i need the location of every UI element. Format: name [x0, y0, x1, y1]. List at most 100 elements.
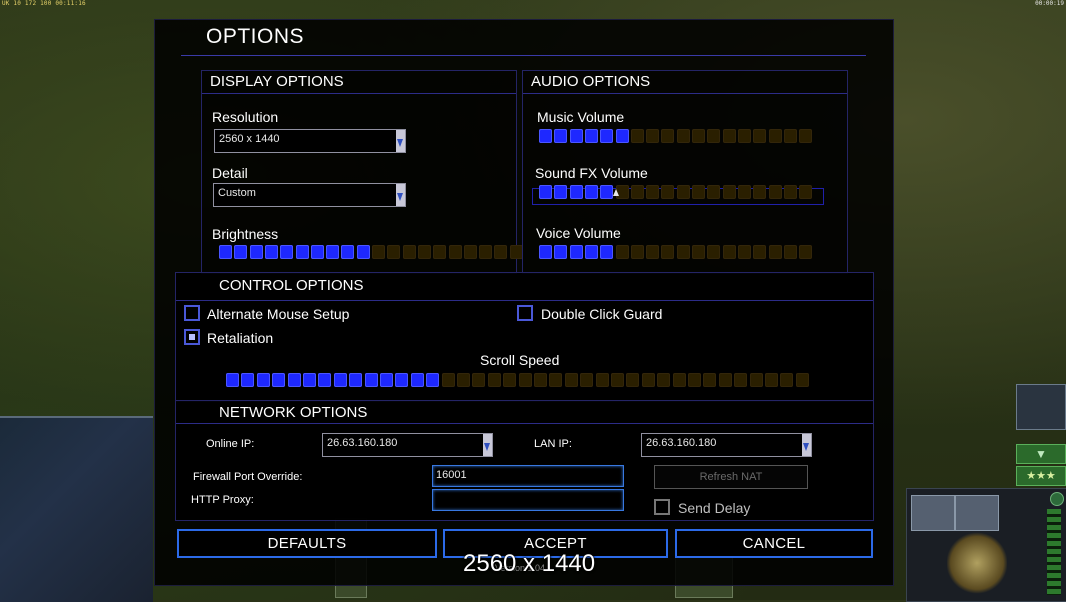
slider-segment — [641, 373, 655, 387]
chevron-down-icon[interactable] — [483, 434, 492, 456]
slider-segment — [234, 245, 248, 259]
slider-segment — [426, 373, 440, 387]
general-star-icon[interactable] — [1050, 492, 1064, 506]
chevron-down-icon[interactable] — [396, 130, 405, 152]
minimap[interactable] — [0, 416, 153, 602]
slider-segment — [753, 185, 767, 199]
audio-options-panel: AUDIO OPTIONS Music Volume Sound FX Volu… — [522, 70, 848, 274]
options-dialog: OPTIONS DISPLAY OPTIONS Resolution 2560 … — [154, 19, 894, 586]
slider-segment — [539, 245, 552, 259]
slider-segment — [676, 245, 690, 259]
sfx-volume-label: Sound FX Volume — [535, 165, 648, 181]
slider-segment — [737, 129, 751, 143]
slider-segment — [799, 245, 813, 259]
slider-segment — [448, 245, 462, 259]
retaliation-checkbox[interactable] — [184, 329, 200, 345]
slider-segment — [584, 245, 598, 259]
lan-ip-value: 26.63.160.180 — [646, 437, 717, 449]
control-options-panel: CONTROL OPTIONS Alternate Mouse Setup Do… — [175, 272, 874, 402]
panel-header: AUDIO OPTIONS — [523, 71, 847, 94]
slider-segment — [657, 373, 671, 387]
slider-segment — [534, 373, 547, 387]
slider-segment — [441, 373, 455, 387]
alt-mouse-label: Alternate Mouse Setup — [207, 306, 350, 322]
chevron-down-icon[interactable] — [802, 434, 811, 456]
refresh-nat-button[interactable]: Refresh NAT — [654, 465, 808, 489]
alt-mouse-checkbox[interactable] — [184, 305, 200, 321]
slider-segment — [487, 373, 501, 387]
slider-segment — [318, 373, 332, 387]
chevron-down-icon[interactable]: ▼ — [1016, 444, 1066, 464]
slider-segment — [722, 245, 736, 259]
network-options-panel: NETWORK OPTIONS Online IP: 26.63.160.180… — [175, 400, 874, 521]
send-delay-label: Send Delay — [678, 500, 751, 516]
slider-segment — [356, 245, 370, 259]
slider-segment — [554, 245, 568, 259]
online-ip-dropdown[interactable]: 26.63.160.180 — [322, 433, 493, 457]
slider-segment — [722, 185, 736, 199]
scroll-speed-slider[interactable] — [226, 373, 811, 387]
slider-segment — [661, 185, 675, 199]
general-emblem-icon — [947, 531, 1007, 595]
slider-segment — [364, 373, 378, 387]
panel-title: NETWORK OPTIONS — [219, 404, 368, 421]
slider-segment — [241, 373, 255, 387]
slider-segment — [264, 245, 278, 259]
http-proxy-input[interactable] — [432, 489, 624, 511]
cancel-button[interactable]: CANCEL — [675, 529, 873, 558]
sfx-volume-slider[interactable] — [539, 185, 814, 199]
double-click-guard-checkbox[interactable] — [517, 305, 533, 321]
hud-clock: 00:00:19 — [1035, 0, 1064, 7]
slider-segment — [615, 245, 629, 259]
slider-segment — [661, 245, 675, 259]
satellite-icon[interactable] — [1016, 384, 1066, 430]
slider-segment — [249, 245, 263, 259]
lan-ip-dropdown[interactable]: 26.63.160.180 — [641, 433, 812, 457]
slider-segment — [737, 245, 751, 259]
chevron-down-icon[interactable] — [396, 184, 405, 206]
firewall-port-input[interactable]: 16001 — [432, 465, 624, 487]
defaults-button[interactable]: DEFAULTS — [177, 529, 437, 558]
slider-segment — [600, 185, 614, 199]
slider-segment — [722, 129, 736, 143]
unit-selection-panel — [906, 488, 1066, 602]
rank-stars-icon[interactable]: ★★★ — [1016, 466, 1066, 486]
unit-portrait[interactable] — [955, 495, 999, 531]
slider-segment — [387, 245, 401, 259]
brightness-slider[interactable] — [219, 245, 525, 259]
slider-segment — [737, 185, 751, 199]
slider-segment — [380, 373, 393, 387]
slider-segment — [753, 129, 767, 143]
slider-segment — [372, 245, 385, 259]
slider-segment — [799, 129, 813, 143]
slider-segment — [295, 245, 309, 259]
music-volume-slider[interactable] — [539, 129, 814, 143]
slider-segment — [646, 245, 660, 259]
slider-segment — [417, 245, 431, 259]
voice-volume-label: Voice Volume — [536, 225, 621, 241]
slider-segment — [630, 245, 644, 259]
voice-volume-slider[interactable] — [539, 245, 814, 259]
send-delay-checkbox[interactable] — [654, 499, 670, 515]
slider-segment — [402, 245, 416, 259]
resolution-dropdown[interactable]: 2560 x 1440 — [214, 129, 406, 153]
slider-thumb[interactable] — [613, 189, 619, 196]
panel-header: NETWORK OPTIONS — [176, 401, 873, 424]
http-proxy-label: HTTP Proxy: — [191, 494, 254, 506]
detail-dropdown[interactable]: Custom — [213, 183, 406, 207]
online-ip-value: 26.63.160.180 — [327, 437, 398, 449]
resolution-overlay-text: 2560 x 1440 — [463, 550, 596, 577]
unit-portrait[interactable] — [911, 495, 955, 531]
scroll-speed-label: Scroll Speed — [480, 352, 560, 368]
slider-segment — [569, 245, 583, 259]
slider-segment — [707, 129, 721, 143]
detail-value: Custom — [218, 187, 256, 199]
slider-segment — [569, 185, 583, 199]
slider-segment — [539, 129, 552, 143]
slider-segment — [457, 373, 470, 387]
slider-segment — [768, 129, 782, 143]
slider-segment — [554, 185, 568, 199]
lan-ip-label: LAN IP: — [534, 438, 572, 450]
panel-title: DISPLAY OPTIONS — [210, 73, 344, 90]
slider-segment — [703, 373, 717, 387]
